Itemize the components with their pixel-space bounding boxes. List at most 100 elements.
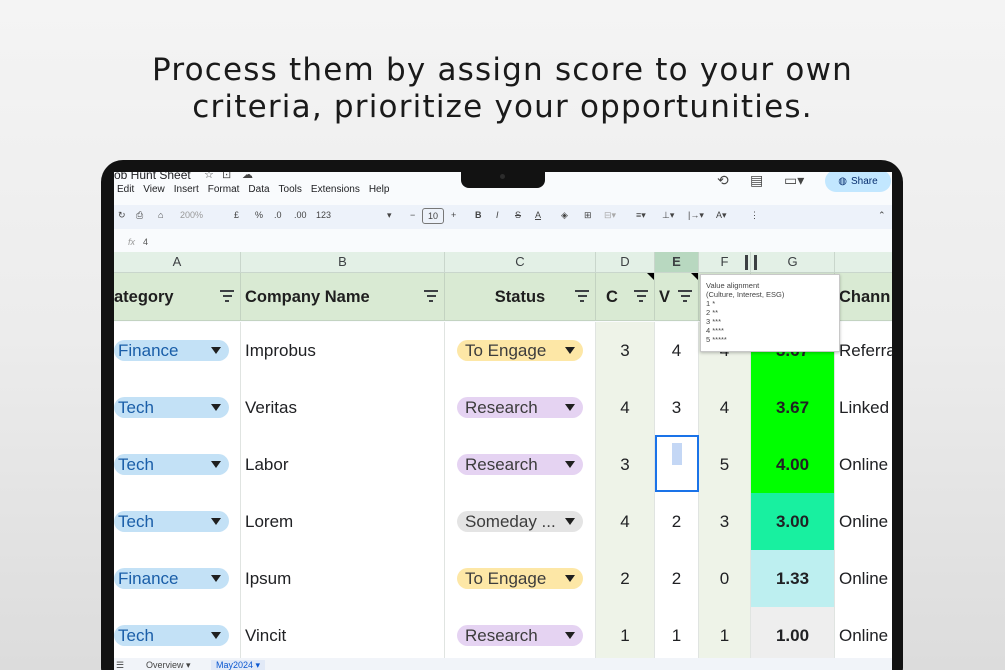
cell-company[interactable]: Labor [241,436,445,493]
filter-icon[interactable] [424,290,438,302]
cell-status[interactable]: To Engage [445,322,596,379]
category-chip[interactable]: Finance [114,340,229,361]
filter-icon[interactable] [575,290,589,302]
zoom-select[interactable]: 200% [180,210,203,220]
cell-status[interactable]: Someday ... [445,493,596,550]
cell-status[interactable]: Research [445,436,596,493]
cell-f[interactable]: 5 [699,436,751,493]
cell-category[interactable]: Tech [114,607,241,664]
cell-f[interactable]: 1 [699,607,751,664]
header-e[interactable]: V [655,273,699,321]
font-size-input[interactable]: 10 [422,208,444,224]
cell-score[interactable]: 3.00 [751,493,835,550]
meet-icon[interactable]: ▭▾ [784,172,804,190]
cell-score[interactable]: 3.67 [751,379,835,436]
comment-icon[interactable]: ▤ [750,172,763,190]
menu-item-tools[interactable]: Tools [279,184,302,195]
text-wrap-icon[interactable]: |→▾ [688,210,704,221]
number-format-button[interactable]: 123 [316,210,331,220]
column-header-c[interactable]: C [445,252,596,273]
cell-score[interactable]: 1.00 [751,607,835,664]
decrease-decimal-button[interactable]: .0 [274,210,282,220]
column-header-d[interactable]: D [596,252,655,273]
menu-item-view[interactable]: View [143,184,165,195]
cell-score[interactable]: 1.33 [751,550,835,607]
cell-channel[interactable]: Online [835,550,892,607]
cell-channel[interactable]: Referra [835,322,892,379]
category-chip[interactable]: Tech [114,454,229,475]
category-chip[interactable]: Tech [114,397,229,418]
formula-input[interactable]: 4 [143,237,148,247]
cell-company[interactable]: Veritas [241,379,445,436]
cell-d[interactable]: 3 [596,436,655,493]
sheet-tab-may2024[interactable]: May2024 ▾ [211,660,266,670]
cell-category[interactable]: Tech [114,379,241,436]
merge-cells-icon[interactable]: ⊟▾ [604,210,616,221]
font-size-increase[interactable]: + [451,210,456,220]
cell-e[interactable]: 4 [655,322,699,379]
cell-status[interactable]: To Engage [445,550,596,607]
cell-d[interactable]: 4 [596,493,655,550]
cell-category[interactable]: Tech [114,436,241,493]
column-resize-handle[interactable] [745,255,757,270]
cell-e[interactable]: 2 [655,550,699,607]
selected-cell[interactable] [655,435,699,492]
column-header-h[interactable] [835,252,892,273]
print-icon[interactable]: ⎙ [136,210,143,221]
font-size-decrease[interactable]: − [410,210,415,220]
cell-status[interactable]: Research [445,607,596,664]
history-icon[interactable]: ⟲ [717,172,729,190]
cell-e[interactable]: 2 [655,493,699,550]
cell-category[interactable]: Tech [114,493,241,550]
fill-color-icon[interactable]: ◈ [561,210,568,221]
cell-company[interactable]: Improbus [241,322,445,379]
cell-company[interactable]: Ipsum [241,550,445,607]
header-channel[interactable]: Chann [835,273,892,321]
sheet-tab-overview[interactable]: Overview ▾ [146,660,191,670]
status-chip[interactable]: To Engage [457,568,583,589]
percent-button[interactable]: % [255,210,263,220]
cell-d[interactable]: 4 [596,379,655,436]
header-status[interactable]: Status [445,273,596,321]
column-header-b[interactable]: B [241,252,445,273]
italic-icon[interactable]: I [496,210,499,220]
cell-company[interactable]: Lorem [241,493,445,550]
column-header-g[interactable]: G [751,252,835,273]
cell-f[interactable]: 4 [699,379,751,436]
align-icon[interactable]: ≡▾ [636,210,646,221]
status-chip[interactable]: Someday ... [457,511,583,532]
strikethrough-icon[interactable]: S [515,210,521,220]
cell-company[interactable]: Vincit [241,607,445,664]
sheet-list-icon[interactable]: ☰ [116,660,124,670]
collapse-toolbar-icon[interactable]: ⌃ [878,210,886,221]
increase-decimal-button[interactable]: .00 [294,210,307,220]
paint-format-icon[interactable]: ⌂ [158,210,163,220]
menu-item-format[interactable]: Format [208,184,240,195]
column-header-f[interactable]: F [699,252,751,273]
menu-item-help[interactable]: Help [369,184,390,195]
font-dropdown-icon[interactable]: ▾ [387,210,392,221]
cell-d[interactable]: 3 [596,322,655,379]
cell-e[interactable]: 3 [655,379,699,436]
status-chip[interactable]: Research [457,625,583,646]
status-chip[interactable]: Research [457,454,583,475]
cell-d[interactable]: 1 [596,607,655,664]
cell-f[interactable]: 3 [699,493,751,550]
cell-status[interactable]: Research [445,379,596,436]
column-header-e[interactable]: E [655,252,699,273]
text-rotation-icon[interactable]: A▾ [716,210,727,221]
filter-icon[interactable] [678,290,692,302]
cell-channel[interactable]: Online [835,607,892,664]
vertical-align-icon[interactable]: ⊥▾ [662,210,674,221]
cell-f[interactable]: 0 [699,550,751,607]
menu-item-edit[interactable]: Edit [117,184,134,195]
header-d[interactable]: C [596,273,655,321]
category-chip[interactable]: Tech [114,625,229,646]
cell-channel[interactable]: Online [835,493,892,550]
cell-e[interactable]: 1 [655,607,699,664]
borders-icon[interactable]: ⊞ [584,210,592,221]
cell-score[interactable]: 4.00 [751,436,835,493]
category-chip[interactable]: Tech [114,511,229,532]
menu-item-extensions[interactable]: Extensions [311,184,360,195]
filter-icon[interactable] [220,290,234,302]
